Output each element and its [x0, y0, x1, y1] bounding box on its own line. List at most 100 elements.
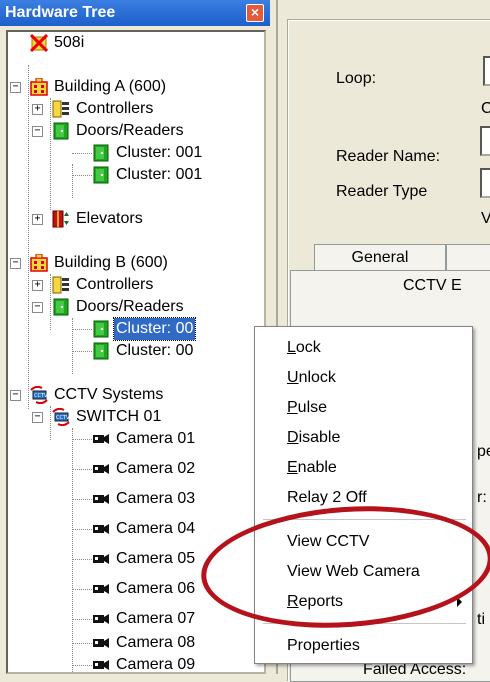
accelerator-key: P	[287, 399, 298, 416]
hidden-label-fragment: r:	[477, 489, 487, 506]
tree-line	[72, 351, 92, 352]
accelerator-key: U	[287, 369, 299, 386]
tree-line	[50, 406, 51, 440]
reader-type-hint-fragment: V	[481, 210, 490, 227]
menu-item-label: ock	[295, 339, 321, 356]
door-icon	[53, 298, 69, 316]
door-icon	[53, 122, 69, 140]
door-icon	[93, 144, 109, 162]
camera-icon	[93, 524, 109, 534]
cctv-section-heading: CCTV E	[403, 277, 462, 294]
tree-line	[72, 329, 92, 330]
loop-field[interactable]	[483, 56, 490, 86]
menu-item-view-cctv[interactable]: View CCTV	[257, 527, 470, 557]
tree-line	[72, 318, 73, 374]
loop-label: Loop:	[336, 70, 377, 87]
collapse-toggle[interactable]: −	[32, 412, 43, 423]
reader-name-field[interactable]	[480, 126, 490, 156]
menu-item-lock[interactable]: Lock	[257, 333, 470, 363]
menu-item-label: isable	[298, 429, 341, 446]
context-menu[interactable]: Lock Unlock Pulse Disable Enable Relay 2…	[254, 326, 473, 664]
reader-type-label: Reader Type	[336, 183, 428, 200]
tree-node-label: Controllers	[76, 276, 154, 293]
tree-node-label: Cluster: 001	[116, 144, 203, 161]
tree-node-label: Cluster: 001	[116, 166, 203, 183]
menu-item-label: ulse	[297, 399, 328, 416]
door-icon	[93, 320, 109, 338]
menu-item-view-web-camera[interactable]: View Web Camera	[257, 557, 470, 587]
tree-node-label: Camera 09	[116, 656, 196, 673]
camera-icon	[93, 464, 109, 474]
accelerator-key: L	[287, 339, 296, 356]
menu-item-relay-2-off[interactable]: Relay 2 Off	[257, 483, 470, 513]
menu-item-unlock[interactable]: Unlock	[257, 363, 470, 393]
menu-item-reports[interactable]: Reports	[257, 587, 470, 617]
hidden-label-fragment: ti	[477, 611, 485, 628]
cctv-switch-icon: CCTV	[52, 408, 70, 426]
controller-error-icon	[30, 34, 48, 52]
expand-toggle[interactable]: +	[32, 214, 43, 225]
menu-item-label: eports	[298, 593, 344, 610]
svg-text:CCTV: CCTV	[34, 393, 48, 399]
tree-title: Hardware Tree	[5, 4, 116, 21]
tree-node-label: Camera 02	[116, 460, 196, 477]
accelerator-key: D	[287, 429, 299, 446]
accelerator-key: R	[287, 593, 299, 610]
menu-separator	[263, 623, 466, 624]
menu-item-label: nable	[297, 459, 337, 476]
expand-toggle[interactable]: +	[32, 104, 43, 115]
menu-item-label: View CCTV	[287, 533, 370, 550]
tree-node-label: Camera 08	[116, 634, 196, 651]
close-icon[interactable]: ×	[246, 4, 264, 22]
tree-node-label: Cluster: 00	[116, 342, 194, 359]
camera-icon	[93, 554, 109, 564]
tree-node-label: Cluster: 00	[112, 317, 197, 341]
menu-separator	[263, 519, 466, 520]
menu-item-properties[interactable]: Properties	[257, 631, 470, 661]
tree-line	[72, 665, 92, 666]
tree-line	[72, 619, 92, 620]
tab-general-label: General	[351, 249, 409, 266]
tree-line	[72, 153, 92, 154]
expand-toggle[interactable]: +	[32, 280, 43, 291]
menu-item-disable[interactable]: Disable	[257, 423, 470, 453]
tree-line	[72, 499, 92, 500]
tree-line	[72, 428, 73, 672]
tree-titlebar: Hardware Tree ×	[0, 0, 270, 26]
svg-text:CCTV: CCTV	[56, 415, 70, 421]
collapse-toggle[interactable]: −	[32, 302, 43, 313]
collapse-toggle[interactable]: −	[10, 258, 21, 269]
tree-line	[72, 175, 92, 176]
door-icon	[93, 166, 109, 184]
accelerator-key: E	[287, 459, 298, 476]
tree-view[interactable]: 508i − Building A (600) + Controllers −	[6, 30, 266, 674]
cctv-system-icon: CCTV	[30, 386, 48, 404]
menu-item-pulse[interactable]: Pulse	[257, 393, 470, 423]
tree-node-label: Doors/Readers	[76, 122, 184, 139]
menu-item-label: Properties	[287, 637, 360, 654]
collapse-toggle[interactable]: −	[32, 126, 43, 137]
tree-node-label: Elevators	[76, 210, 143, 227]
tree-node-label: Camera 06	[116, 580, 196, 597]
tree-node-label: Controllers	[76, 100, 154, 117]
tree-line	[72, 529, 92, 530]
building-icon	[30, 78, 48, 96]
tree-line	[28, 65, 29, 409]
tab-general[interactable]: General	[314, 244, 446, 271]
tree-line	[72, 164, 73, 198]
tree-node-label: Camera 03	[116, 490, 196, 507]
tab-next[interactable]	[446, 244, 490, 271]
tree-node-label: SWITCH 01	[76, 408, 162, 425]
tree-line	[72, 589, 92, 590]
tree-node-label: Building A (600)	[54, 78, 167, 95]
controllers-icon	[52, 276, 69, 294]
collapse-toggle[interactable]: −	[10, 390, 21, 401]
tree-line	[50, 274, 51, 330]
reader-type-field[interactable]	[480, 168, 490, 198]
camera-icon	[93, 434, 109, 444]
menu-item-enable[interactable]: Enable	[257, 453, 470, 483]
camera-icon	[93, 584, 109, 594]
collapse-toggle[interactable]: −	[10, 82, 21, 93]
tree-line	[72, 469, 92, 470]
camera-icon	[93, 494, 109, 504]
